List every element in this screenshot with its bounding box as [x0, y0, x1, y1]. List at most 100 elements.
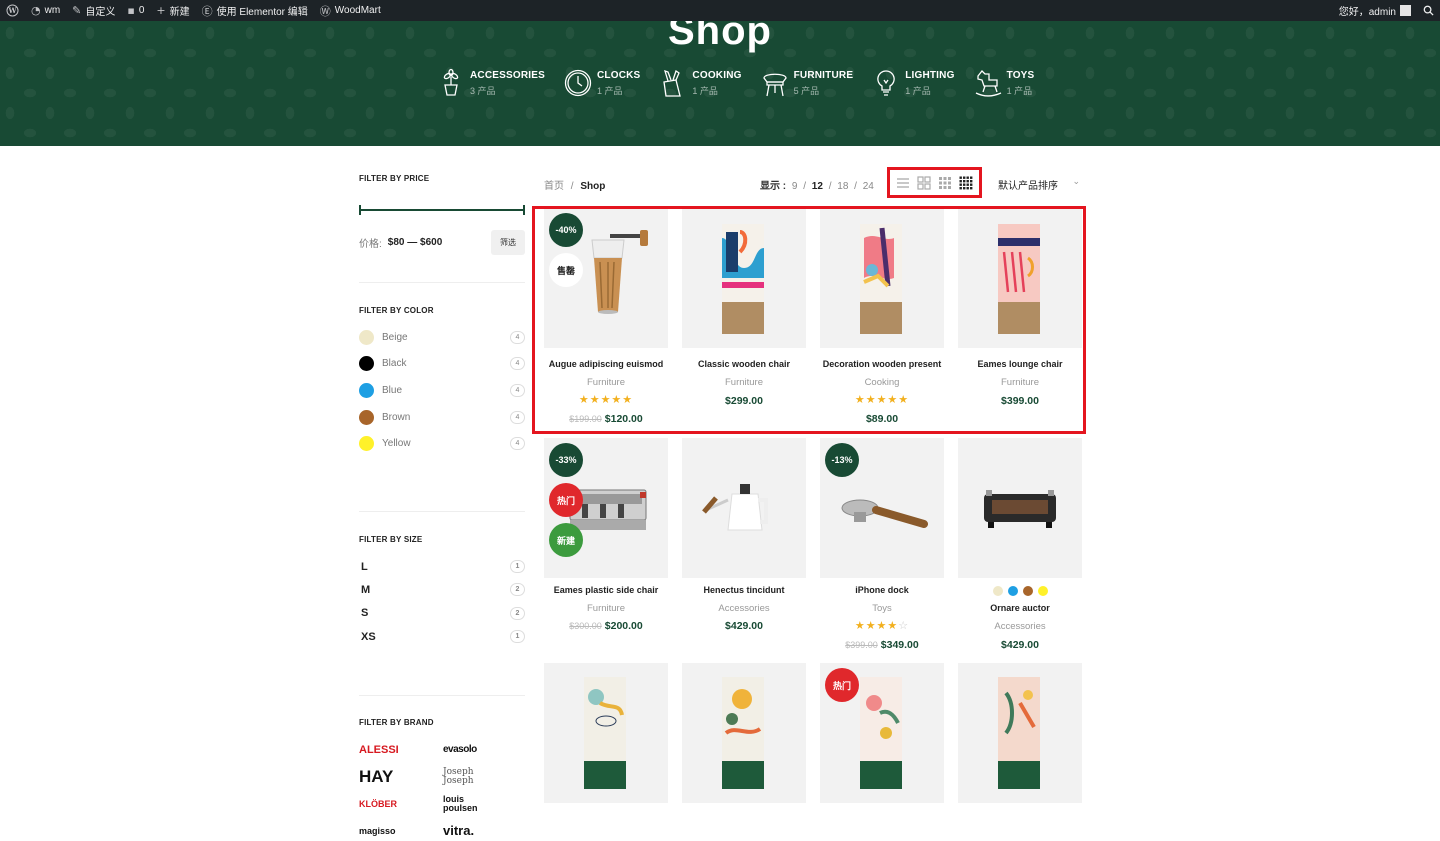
color-name: Black: [382, 358, 407, 370]
swatch-blue[interactable]: [1007, 586, 1018, 596]
brand-vitra[interactable]: vitra.: [443, 820, 525, 841]
size-filter-s[interactable]: S2: [359, 602, 525, 625]
product-image[interactable]: [682, 663, 806, 803]
customize-menu[interactable]: ✎ 自定义: [66, 0, 121, 21]
brand-louis-poulsen[interactable]: louis poulsen: [443, 793, 525, 814]
divider: [359, 695, 525, 696]
account-menu[interactable]: 您好，admin: [1333, 0, 1417, 21]
admin-bar: W ◔ wm ✎ 自定义 ▪ 0 + 新建 Ⓔ 使用 Elementor 编辑 …: [0, 0, 1440, 21]
site-name-menu[interactable]: ◔ wm: [25, 0, 66, 21]
product-image[interactable]: [958, 663, 1082, 803]
brand-hay[interactable]: HAY: [359, 766, 443, 787]
divider: [359, 282, 525, 283]
color-count: 4: [510, 410, 525, 424]
size-count: 1: [510, 560, 525, 574]
per-page-label: 显示 :: [760, 181, 787, 192]
sort-select[interactable]: 默认产品排序 ⌄: [998, 176, 1080, 192]
product-image[interactable]: [544, 663, 668, 803]
swatch-yellow[interactable]: [1037, 586, 1048, 596]
new-content-menu[interactable]: + 新建: [150, 0, 195, 21]
product-image[interactable]: [682, 438, 806, 578]
brand-alessi[interactable]: ALESSI: [359, 739, 443, 760]
category-name: ACCESSORIES: [470, 69, 545, 81]
discount-badge: -33%: [549, 443, 583, 477]
wordpress-menu[interactable]: W: [0, 0, 25, 21]
product-category[interactable]: Accessories: [682, 603, 806, 614]
grid-4-view-button[interactable]: [959, 176, 973, 190]
category-lighting[interactable]: LIGHTING 1 产品: [871, 67, 954, 99]
product-category[interactable]: Furniture: [544, 603, 668, 614]
swatch-brown[interactable]: [1022, 586, 1033, 596]
per-page-option-18[interactable]: 18: [837, 181, 848, 192]
color-filter-widget: FILTER BY COLOR Beige 4 Black 4 Blue 4 Brow…: [359, 306, 525, 511]
category-cooking[interactable]: COOKING 1 产品: [658, 67, 741, 99]
product-title[interactable]: Henectus tincidunt: [682, 585, 806, 595]
product-category[interactable]: Cooking: [820, 377, 944, 388]
per-page-option-24[interactable]: 24: [863, 181, 874, 192]
category-furniture[interactable]: FURNITURE 5 产品: [760, 67, 854, 99]
color-filter-beige[interactable]: Beige 4: [359, 324, 525, 351]
plus-icon: +: [156, 4, 166, 17]
grid-2-view-button[interactable]: [917, 175, 931, 190]
product-image[interactable]: [958, 208, 1082, 348]
list-view-icon: [897, 177, 910, 188]
color-filter-brown[interactable]: Brown 4: [359, 404, 525, 431]
list-view-button[interactable]: [896, 176, 910, 190]
shop-hero-banner: Shop ACCESSORIES 3 产品 CLOCKS 1 产品 COOKIN…: [0, 21, 1440, 146]
product-category[interactable]: Toys: [820, 603, 944, 614]
size-filter-l[interactable]: L1: [359, 555, 525, 578]
view-switcher: [887, 167, 982, 198]
grid-3-view-button[interactable]: [938, 176, 952, 190]
product-title[interactable]: Classic wooden chair: [682, 359, 806, 369]
product-title[interactable]: Eames lounge chair: [958, 359, 1082, 369]
product-title[interactable]: iPhone dock: [820, 585, 944, 595]
category-accessories[interactable]: ACCESSORIES 3 产品: [436, 67, 545, 99]
swatch-beige[interactable]: [992, 586, 1003, 596]
product-category[interactable]: Furniture: [682, 377, 806, 388]
brand-klober[interactable]: KLÖBER: [359, 793, 443, 814]
grid-4-icon: [959, 176, 973, 189]
color-count: 4: [510, 383, 525, 397]
brand-joseph-joseph[interactable]: Joseph Joseph: [443, 766, 525, 787]
product-category[interactable]: Furniture: [958, 377, 1082, 388]
category-count: 1 产品: [597, 85, 623, 96]
category-count: 3 产品: [470, 85, 496, 96]
elementor-edit-menu[interactable]: Ⓔ 使用 Elementor 编辑: [196, 0, 314, 21]
price-slider-max-handle[interactable]: [523, 205, 525, 215]
price-slider-min-handle[interactable]: [359, 205, 361, 215]
color-filter-black[interactable]: Black 4: [359, 351, 525, 378]
color-name: Yellow: [382, 438, 411, 450]
clock-icon: [564, 69, 592, 97]
color-filter-yellow[interactable]: Yellow 4: [359, 430, 525, 457]
price-filter-button[interactable]: 筛选: [491, 230, 525, 255]
price-range-slider[interactable]: [359, 205, 525, 215]
product-title[interactable]: Ornare auctor: [958, 603, 1082, 613]
size-filter-m[interactable]: M2: [359, 578, 525, 601]
size-filter-xs[interactable]: XS 1: [359, 625, 525, 648]
brand-magisso[interactable]: magisso: [359, 820, 443, 841]
color-name: Beige: [382, 331, 408, 343]
per-page-option-9[interactable]: 9: [792, 181, 798, 192]
product-image[interactable]: [820, 208, 944, 348]
category-clocks[interactable]: CLOCKS 1 产品: [563, 67, 640, 99]
product-old-price: $199.00: [569, 414, 602, 424]
product-category[interactable]: Accessories: [958, 621, 1082, 632]
color-swatch: [359, 382, 374, 398]
product-category[interactable]: Furniture: [544, 377, 668, 388]
comments-menu[interactable]: ▪ 0: [121, 0, 150, 21]
breadcrumb-home[interactable]: 首页: [544, 181, 564, 192]
admin-search-button[interactable]: [1417, 0, 1440, 21]
category-toys[interactable]: TOYS 1 产品: [973, 67, 1035, 99]
product-title[interactable]: Decoration wooden present: [820, 359, 944, 369]
product-title[interactable]: Eames plastic side chair: [544, 585, 668, 595]
product-image[interactable]: [682, 208, 806, 348]
brand-evasolo[interactable]: evasolo: [443, 739, 525, 760]
per-page-option-12[interactable]: 12: [812, 181, 823, 192]
product-sale-price: $200.00: [604, 620, 643, 632]
products-per-page: 显示 : 9 / 12 / 18 / 24: [760, 177, 874, 192]
product-title[interactable]: Augue adipiscing euismod: [544, 359, 668, 369]
color-filter-blue[interactable]: Blue 4: [359, 377, 525, 404]
woodmart-menu[interactable]: Ⓦ WoodMart: [314, 0, 387, 21]
price-label: 价格:: [359, 239, 382, 250]
product-image[interactable]: [958, 438, 1082, 578]
